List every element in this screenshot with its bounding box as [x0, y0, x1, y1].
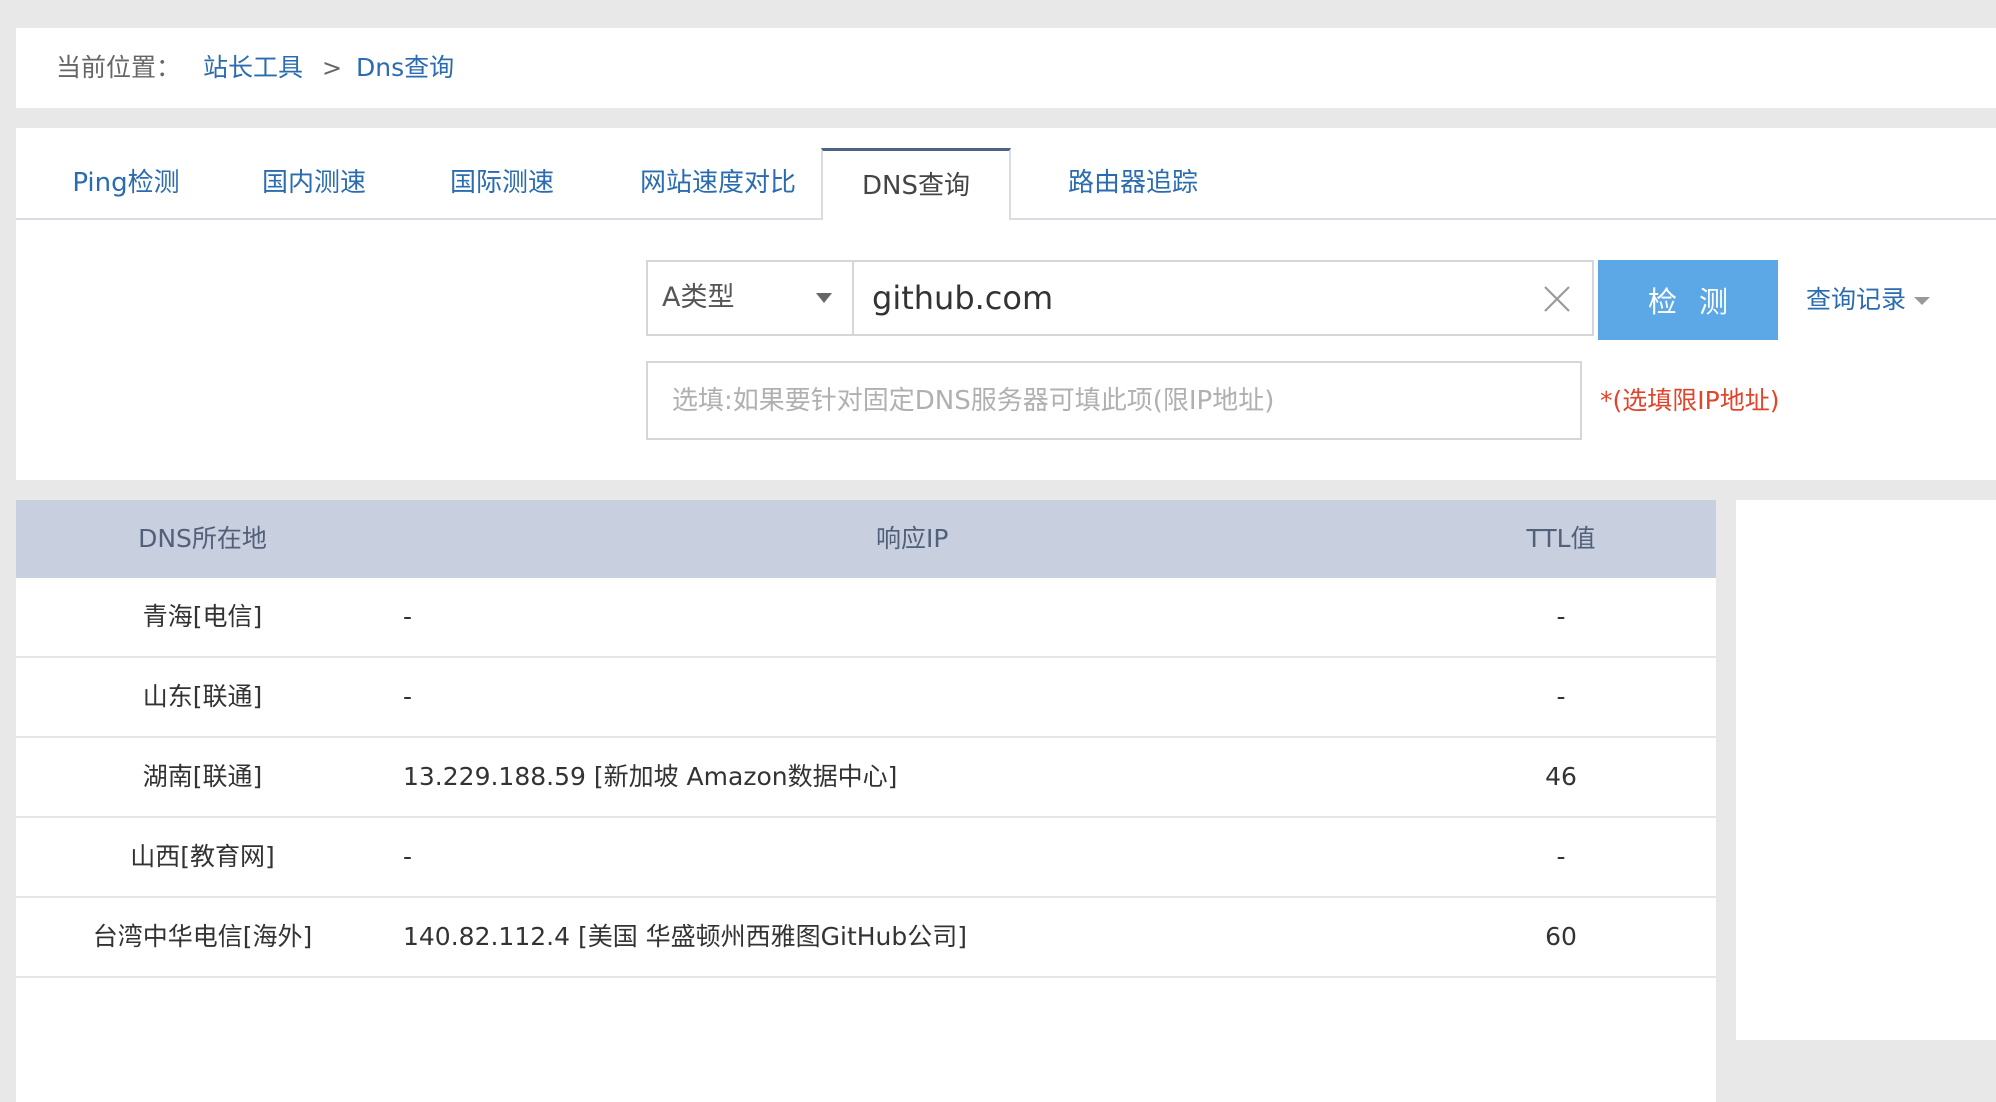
cell-ip: - — [403, 842, 413, 871]
cell-ip: - — [403, 682, 413, 711]
cell-ip: - — [403, 602, 413, 631]
cell-location: 山西[教育网] — [130, 842, 275, 871]
table-row: 山东[联通] - - — [16, 658, 1716, 738]
breadcrumb-link-tools[interactable]: 站长工具 — [203, 28, 303, 108]
tab-ping[interactable]: Ping检测 — [56, 148, 196, 218]
tab-traceroute[interactable]: 路由器追踪 — [1048, 148, 1218, 218]
cell-location: 台湾中华电信[海外] — [92, 922, 313, 951]
dns-server-input[interactable] — [672, 363, 1552, 438]
query-history-dropdown[interactable]: 查询记录 — [1806, 260, 1931, 340]
dns-server-note: *(选填限IP地址) — [1600, 386, 1780, 415]
results-table: DNS所在地 响应IP TTL值 青海[电信] - - 山东[联通] - - 湖… — [16, 500, 1716, 1102]
dns-server-field — [646, 361, 1582, 440]
tool-panel: Ping检测 国内测速 国际测速 网站速度对比 DNS查询 路由器追踪 A类型 … — [16, 128, 1996, 480]
table-row: 台湾中华电信[海外] 140.82.112.4 [美国 华盛顿州西雅图GitHu… — [16, 898, 1716, 978]
column-header-ip: 响应IP — [876, 524, 949, 553]
clear-icon[interactable] — [1540, 282, 1574, 316]
check-button[interactable]: 检测 — [1598, 260, 1778, 340]
tab-dns-query[interactable]: DNS查询 — [821, 148, 1011, 220]
domain-input[interactable] — [872, 262, 1512, 334]
cell-ttl: 46 — [1545, 762, 1577, 791]
tab-site-speed-compare[interactable]: 网站速度对比 — [620, 148, 816, 218]
cell-ttl: - — [1556, 682, 1566, 711]
breadcrumb-prefix: 当前位置： — [56, 53, 182, 82]
record-type-select[interactable]: A类型 — [646, 260, 852, 336]
cell-ip: 140.82.112.4 [美国 华盛顿州西雅图GitHub公司] — [403, 922, 968, 951]
tab-international-speed[interactable]: 国际测速 — [432, 148, 572, 218]
breadcrumb-separator: > — [322, 54, 343, 82]
breadcrumb: 当前位置： 站长工具 > Dns查询 — [16, 28, 1996, 108]
column-header-location: DNS所在地 — [138, 524, 267, 553]
table-row: 山西[教育网] - - — [16, 818, 1716, 898]
cell-ttl: - — [1556, 842, 1566, 871]
tab-domestic-speed[interactable]: 国内测速 — [244, 148, 384, 218]
caret-down-icon — [1914, 297, 1931, 305]
breadcrumb-link-dns[interactable]: Dns查询 — [356, 28, 454, 108]
table-row: 湖南[联通] 13.229.188.59 [新加坡 Amazon数据中心] 46 — [16, 738, 1716, 818]
cell-ip: 13.229.188.59 [新加坡 Amazon数据中心] — [403, 762, 898, 791]
cell-location: 青海[电信] — [142, 602, 263, 631]
cell-location: 湖南[联通] — [142, 762, 263, 791]
table-header: DNS所在地 响应IP TTL值 — [16, 500, 1716, 578]
cell-location: 山东[联通] — [142, 682, 263, 711]
domain-field — [852, 260, 1594, 336]
column-header-ttl: TTL值 — [1526, 524, 1596, 553]
cell-ttl: - — [1556, 602, 1566, 631]
record-type-value: A类型 — [662, 282, 735, 313]
chevron-down-icon — [816, 293, 832, 303]
side-panel — [1736, 500, 1996, 1040]
cell-ttl: 60 — [1545, 922, 1577, 951]
table-row: 青海[电信] - - — [16, 578, 1716, 658]
query-history-label: 查询记录 — [1806, 285, 1907, 314]
